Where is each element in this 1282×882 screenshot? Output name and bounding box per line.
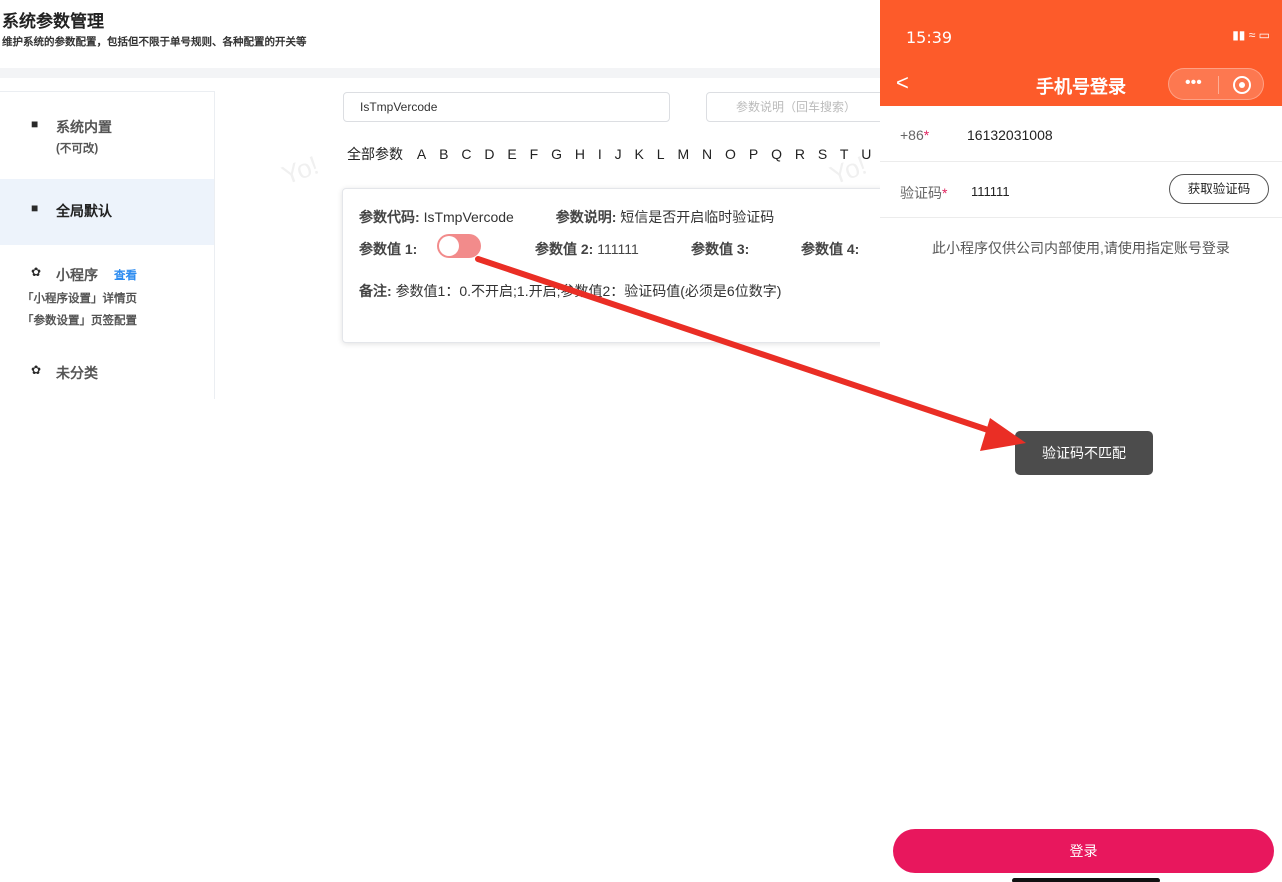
filter-letter[interactable]: M xyxy=(677,146,689,162)
sidebar-item-sub: 「小程序设置」详情页 xyxy=(22,293,137,305)
filter-letter[interactable]: N xyxy=(702,146,712,162)
filter-letter[interactable]: F xyxy=(530,146,539,162)
param-code-search-input[interactable]: IsTmpVercode xyxy=(343,92,670,122)
sidebar-item-label: 小程序 xyxy=(56,267,98,283)
phone-row: +86* 16132031008 xyxy=(880,106,1282,162)
sidebar-item-sub: (不可改) xyxy=(56,143,99,155)
filter-letter[interactable]: B xyxy=(439,146,448,162)
signal-wifi-battery-icon: ▮▮ ≈ ▭ xyxy=(1232,28,1270,42)
filter-letter[interactable]: E xyxy=(507,146,516,162)
filter-letter[interactable]: J xyxy=(615,146,622,162)
param-code-label: 参数代码: xyxy=(359,209,420,225)
param-value2-label: 参数值 2: 111111 xyxy=(535,241,639,257)
filter-letter[interactable]: K xyxy=(635,146,644,162)
gear-icon: ✿ xyxy=(31,363,42,377)
sidebar-item-builtin[interactable]: ■ 系统内置 (不可改) xyxy=(0,92,214,179)
more-icon[interactable]: ••• xyxy=(1185,74,1202,92)
nav-bar: < 手机号登录 ••• xyxy=(880,62,1282,106)
monitor-icon: ■ xyxy=(31,201,39,215)
param-note-row: 备注: 参数值1：0.不开启;1.开启;参数值2：验证码值(必须是6位数字) xyxy=(359,281,781,301)
filter-letter[interactable]: T xyxy=(840,146,849,162)
filter-letter[interactable]: U xyxy=(861,146,871,162)
view-link[interactable]: 查看 xyxy=(114,267,137,283)
param-note-label: 备注: xyxy=(359,283,392,299)
sidebar-item-global-default[interactable]: ■ 全局默认 xyxy=(0,179,214,245)
page-subtitle: 维护系统的参数配置，包括但不限于单号规则、各种配置的开关等 xyxy=(2,36,307,48)
filter-letter[interactable]: A xyxy=(417,146,426,162)
toggle-knob xyxy=(439,236,459,256)
close-miniprogram-icon[interactable] xyxy=(1233,76,1251,94)
param-card: 参数代码: IsTmpVercode 参数说明: 短信是否开启临时验证码 参数值… xyxy=(342,188,880,343)
filter-letter[interactable]: I xyxy=(598,146,602,162)
param-desc-search-input[interactable]: 参数说明（回车搜索） xyxy=(706,92,880,122)
param-value1-label: 参数值 1: xyxy=(359,241,418,257)
filter-letter[interactable]: H xyxy=(575,146,585,162)
get-code-button[interactable]: 获取验证码 xyxy=(1169,174,1269,204)
filter-all[interactable]: 全部参数 xyxy=(347,146,403,162)
filter-letter[interactable]: P xyxy=(749,146,758,162)
code-label: 验证码* xyxy=(900,185,948,201)
filter-letter[interactable]: G xyxy=(551,146,562,162)
filter-letter[interactable]: D xyxy=(484,146,494,162)
sidebar-item-label: 全局默认 xyxy=(56,203,112,219)
filter-letter[interactable]: R xyxy=(795,146,805,162)
param-note-value: 参数值1：0.不开启;1.开启;参数值2：验证码值(必须是6位数字) xyxy=(395,283,782,299)
param-value1-toggle[interactable] xyxy=(437,234,481,258)
phone-input[interactable]: 16132031008 xyxy=(967,127,1053,143)
param-desc-value: 短信是否开启临时验证码 xyxy=(620,209,775,225)
param-header-row: 参数代码: IsTmpVercode 参数说明: 短信是否开启临时验证码 xyxy=(359,207,774,227)
filter-letter[interactable]: O xyxy=(725,146,736,162)
gear-icon: ✿ xyxy=(31,265,42,279)
param-desc-label: 参数说明: xyxy=(555,209,617,225)
param-value4-label: 参数值 4: xyxy=(801,241,860,257)
monitor-icon: ■ xyxy=(31,117,39,131)
code-input[interactable]: 111111 xyxy=(971,184,1010,199)
status-time: 15:39 xyxy=(906,28,953,47)
sidebar-item-sub: 「参数设置」页签配置 xyxy=(22,315,137,327)
error-toast: 验证码不匹配 xyxy=(1015,431,1153,475)
admin-panel: 系统参数管理 维护系统的参数配置，包括但不限于单号规则、各种配置的开关等 ■ 系… xyxy=(0,0,880,882)
login-button[interactable]: 登录 xyxy=(893,829,1274,873)
param-value2-value: 111111 xyxy=(597,241,639,257)
filter-letter[interactable]: L xyxy=(657,146,665,162)
code-row: 验证码* 111111 获取验证码 xyxy=(880,162,1282,218)
page-title: 系统参数管理 xyxy=(2,12,104,31)
watermark: Yo! xyxy=(277,149,323,191)
status-bar: 15:39 ▮▮ ≈ ▭ xyxy=(880,0,1282,62)
divider xyxy=(0,68,880,78)
miniprogram-capsule: ••• xyxy=(1168,68,1264,100)
sidebar-item-label: 未分类 xyxy=(56,365,98,381)
letter-filter-bar: 全部参数 A B C D E F G H I J K L M N O P Q R… xyxy=(347,144,880,164)
phone-prefix-label: +86* xyxy=(900,127,930,143)
phone-screen: 15:39 ▮▮ ≈ ▭ < 手机号登录 ••• +86* 1613203100… xyxy=(880,0,1282,882)
param-code-value: IsTmpVercode xyxy=(423,209,514,225)
filter-letter[interactable]: S xyxy=(818,146,827,162)
sidebar-item-uncategorized[interactable]: ✿ 未分类 xyxy=(0,351,214,401)
filter-letter[interactable]: C xyxy=(461,146,471,162)
internal-use-notice: 此小程序仅供公司内部使用,请使用指定账号登录 xyxy=(932,240,1230,256)
capsule-divider xyxy=(1218,76,1219,94)
param-value3-label: 参数值 3: xyxy=(691,241,750,257)
sidebar-item-label: 系统内置 xyxy=(56,119,112,135)
filter-letter[interactable]: Q xyxy=(771,146,782,162)
sidebar: ■ 系统内置 (不可改) ■ 全局默认 ✿ 小程序 查看 「小程序设置」详情页 … xyxy=(0,91,215,399)
sidebar-item-miniprogram[interactable]: ✿ 小程序 查看 「小程序设置」详情页 「参数设置」页签配置 xyxy=(0,245,214,351)
home-indicator xyxy=(1012,878,1160,882)
